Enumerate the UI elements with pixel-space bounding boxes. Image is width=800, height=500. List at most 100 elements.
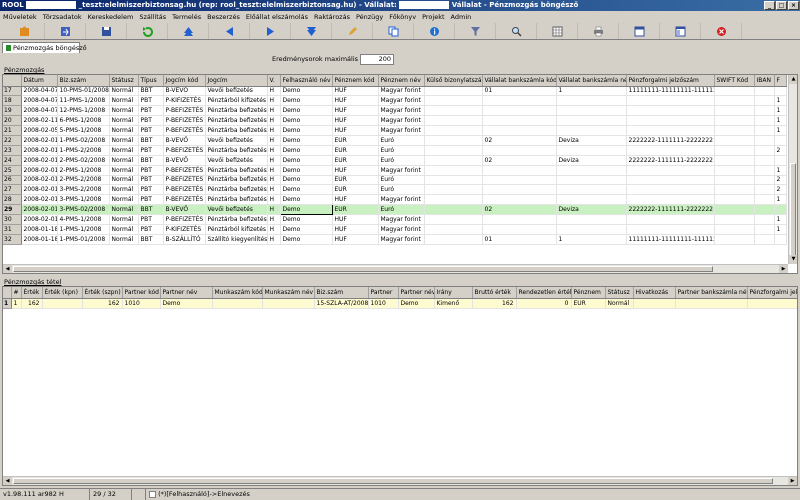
table-cell[interactable]: [556, 145, 627, 156]
table-cell[interactable]: Normál: [109, 145, 139, 156]
last-button[interactable]: [291, 23, 332, 39]
menu-item[interactable]: Kereskedelem: [88, 12, 134, 22]
table-cell[interactable]: Demo: [280, 86, 333, 97]
column-header[interactable]: Vállalat bankszámla kód: [482, 75, 557, 87]
table-cell[interactable]: B-VEVŐ: [163, 204, 206, 216]
row-number[interactable]: 1: [3, 298, 12, 309]
table-cell[interactable]: PBT: [138, 125, 164, 136]
table-cell[interactable]: Pénztárba befizetés: [205, 105, 268, 117]
table-cell[interactable]: BBT: [138, 86, 164, 97]
table-cell[interactable]: [482, 145, 557, 156]
column-header[interactable]: #: [11, 287, 22, 299]
table-cell[interactable]: 6-PMS-1/2008: [57, 115, 110, 127]
table-cell[interactable]: 1: [11, 298, 22, 309]
table-cell[interactable]: [482, 224, 557, 235]
table-cell[interactable]: [42, 298, 83, 309]
table-cell[interactable]: Pénztárból kifizetés: [205, 224, 268, 235]
table-cell[interactable]: 2008-02-05: [21, 125, 58, 136]
table-cell[interactable]: H: [267, 155, 281, 166]
table-cell[interactable]: Demo: [280, 175, 333, 186]
first-button[interactable]: [168, 23, 209, 39]
table-cell[interactable]: 02: [482, 204, 557, 216]
table-cell[interactable]: [626, 224, 715, 235]
puzzle-button[interactable]: [4, 23, 45, 39]
scroll-thumb[interactable]: [790, 163, 796, 263]
table-cell[interactable]: 2008-02-01: [21, 184, 58, 196]
table-row[interactable]: 17 2008-04-07 10-PMS-01/2008 Normál BBT B-VEV…: [3, 86, 787, 97]
table-cell[interactable]: [754, 175, 775, 186]
row-number[interactable]: 29: [3, 204, 22, 216]
copy-button[interactable]: [373, 23, 414, 39]
row-number[interactable]: 21: [3, 125, 22, 136]
table-cell[interactable]: Demo: [280, 105, 333, 117]
table-cell[interactable]: EUR: [332, 204, 379, 216]
column-header[interactable]: F: [774, 75, 787, 87]
table-cell[interactable]: Normál: [109, 165, 139, 176]
menu-item[interactable]: Szállítás: [139, 12, 166, 22]
column-header[interactable]: Pénznem: [571, 287, 606, 299]
table-cell[interactable]: H: [267, 135, 281, 146]
print-button[interactable]: [578, 23, 619, 39]
table-row[interactable]: 23 2008-02-01 1-PMS-2/2008 Normál PBT P-BEFIZ…: [3, 145, 787, 156]
table-cell[interactable]: EUR: [332, 175, 379, 186]
table-cell[interactable]: [556, 125, 627, 136]
table-row[interactable]: 22 2008-02-01 1-PMS-02/2008 Normál BBT B-VEVŐ…: [3, 135, 787, 146]
table-cell[interactable]: 1: [774, 165, 787, 176]
table-cell[interactable]: HUF: [332, 194, 379, 206]
table-cell[interactable]: [212, 298, 263, 309]
table-row[interactable]: 27 2008-02-01 3-PMS-2/2008 Normál PBT P-BEFIZ…: [3, 184, 787, 196]
table-cell[interactable]: 10-PMS-01/2008: [57, 86, 110, 97]
table-cell[interactable]: 2222222-1111111-2222222: [626, 155, 715, 166]
menu-item[interactable]: Projekt: [422, 12, 444, 22]
table-cell[interactable]: [556, 224, 627, 235]
save-button[interactable]: [86, 23, 127, 39]
row-number[interactable]: 18: [3, 95, 22, 107]
table-cell[interactable]: 1: [774, 105, 787, 117]
table-cell[interactable]: 2222222-1111111-2222222: [626, 204, 715, 216]
table-cell[interactable]: [714, 125, 755, 136]
table-cell[interactable]: [714, 135, 755, 146]
table-cell[interactable]: 15-SZLA-AT/2008: [314, 298, 369, 309]
tab-penzmozgas-bongeszo[interactable]: Pénzmozgás böngésző: [2, 42, 87, 53]
table-cell[interactable]: [714, 204, 755, 216]
grid-button[interactable]: [537, 23, 578, 39]
row-number[interactable]: 26: [3, 175, 22, 186]
table-cell[interactable]: [482, 184, 557, 196]
table-cell[interactable]: [714, 155, 755, 166]
table-cell[interactable]: B-VEVŐ: [163, 86, 206, 97]
column-header[interactable]: Biz.szám: [314, 287, 369, 299]
table-row[interactable]: 26 2008-02-01 2-PMS-2/2008 Normál PBT P-BEFIZ…: [3, 175, 787, 186]
table-cell[interactable]: 162: [21, 298, 43, 309]
column-header[interactable]: IBAN: [754, 75, 775, 87]
table-cell[interactable]: [556, 115, 627, 127]
next-button[interactable]: [250, 23, 291, 39]
column-header[interactable]: Pénznem kód: [332, 75, 379, 87]
table-cell[interactable]: BBT: [138, 204, 164, 216]
table-cell[interactable]: [754, 125, 775, 136]
table-cell[interactable]: [556, 214, 627, 225]
table-cell[interactable]: H: [267, 204, 281, 216]
table-cell[interactable]: 1: [556, 234, 627, 245]
table-cell[interactable]: [774, 86, 787, 97]
table-cell[interactable]: P-BEFIZETÉS: [163, 165, 206, 176]
table-cell[interactable]: H: [267, 95, 281, 107]
table-cell[interactable]: 4-PMS-1/2008: [57, 214, 110, 225]
table-cell[interactable]: Demo: [280, 135, 333, 146]
table-cell[interactable]: P-KIFIZETÉS: [163, 224, 206, 235]
row-number[interactable]: 17: [3, 86, 22, 97]
table-cell[interactable]: 2008-01-18: [21, 234, 58, 245]
minimize-button[interactable]: _: [764, 1, 775, 10]
table-cell[interactable]: Pénztárba befizetés: [205, 175, 268, 186]
menu-item[interactable]: Termelés: [172, 12, 201, 22]
table-cell[interactable]: [556, 184, 627, 196]
table-cell[interactable]: Magyar forint: [378, 194, 425, 206]
penzmozgas-tetel-grid[interactable]: # Érték Érték (kpn) Érték (szpn) Partner kód…: [2, 286, 798, 486]
column-header[interactable]: Irány: [434, 287, 473, 299]
table-cell[interactable]: B-VEVŐ: [163, 155, 206, 166]
table-cell[interactable]: P-BEFIZETÉS: [163, 175, 206, 186]
table-cell[interactable]: [424, 105, 483, 117]
table-cell[interactable]: [754, 194, 775, 206]
table-row[interactable]: 1 1 162 162 1010 Demo 15-SZLA-AT/2008 1010 Demo K…: [3, 298, 797, 309]
table-cell[interactable]: 11-PMS-1/2008: [57, 95, 110, 107]
table-cell[interactable]: 1: [774, 115, 787, 127]
